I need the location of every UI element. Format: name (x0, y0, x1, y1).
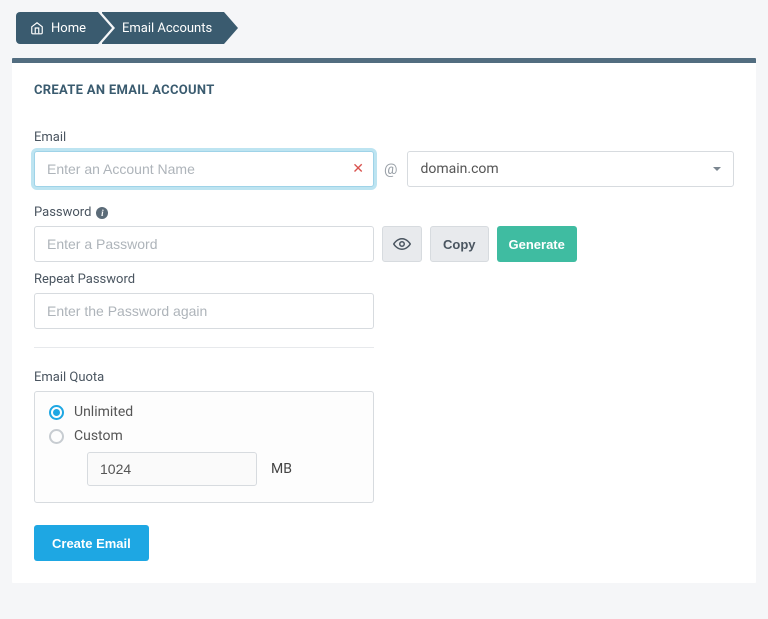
chevron-down-icon (713, 167, 721, 171)
radio-custom[interactable] (49, 429, 64, 444)
email-row: ✕ @ domain.com (34, 151, 734, 187)
breadcrumb: Home Email Accounts (12, 12, 756, 44)
breadcrumb-home[interactable]: Home (16, 12, 98, 44)
show-password-button[interactable] (382, 226, 422, 262)
email-account-input[interactable] (34, 151, 374, 187)
quota-custom-input-row: MB (87, 452, 359, 486)
email-label: Email (34, 130, 734, 145)
quota-unit-label: MB (271, 461, 292, 477)
breadcrumb-current-label: Email Accounts (122, 21, 212, 36)
eye-icon (393, 235, 411, 253)
card-title: CREATE AN EMAIL ACCOUNT (12, 63, 756, 112)
generate-password-button[interactable]: Generate (497, 226, 577, 262)
create-email-button[interactable]: Create Email (34, 525, 149, 561)
radio-unlimited[interactable] (49, 405, 64, 420)
clear-icon[interactable]: ✕ (352, 162, 364, 176)
password-row: Copy Generate (34, 226, 734, 262)
repeat-password-wrap (34, 293, 374, 329)
domain-select[interactable]: domain.com (407, 151, 734, 187)
at-symbol: @ (384, 160, 397, 178)
repeat-password-label: Repeat Password (34, 272, 734, 287)
breadcrumb-home-label: Home (51, 21, 86, 36)
quota-unlimited-option[interactable]: Unlimited (49, 404, 359, 420)
password-input-wrap (34, 226, 374, 262)
quota-label: Email Quota (34, 370, 734, 385)
section-divider (34, 347, 374, 348)
breadcrumb-current[interactable]: Email Accounts (102, 12, 224, 44)
domain-selected-label: domain.com (420, 161, 498, 177)
password-label-text: Password (34, 205, 91, 220)
create-email-card: CREATE AN EMAIL ACCOUNT Email ✕ @ domain… (12, 58, 756, 583)
password-input[interactable] (34, 226, 374, 262)
quota-box: Unlimited Custom MB (34, 391, 374, 503)
repeat-password-input[interactable] (34, 293, 374, 329)
quota-unlimited-label: Unlimited (74, 404, 133, 420)
quota-custom-value-input[interactable] (87, 452, 257, 486)
quota-custom-option[interactable]: Custom (49, 428, 359, 444)
card-body: Email ✕ @ domain.com Password i Copy (12, 112, 756, 583)
quota-custom-label: Custom (74, 428, 123, 444)
copy-password-button[interactable]: Copy (430, 226, 489, 262)
password-label: Password i (34, 205, 734, 220)
home-icon (30, 21, 44, 35)
info-icon[interactable]: i (96, 207, 108, 219)
email-input-wrap: ✕ (34, 151, 374, 187)
